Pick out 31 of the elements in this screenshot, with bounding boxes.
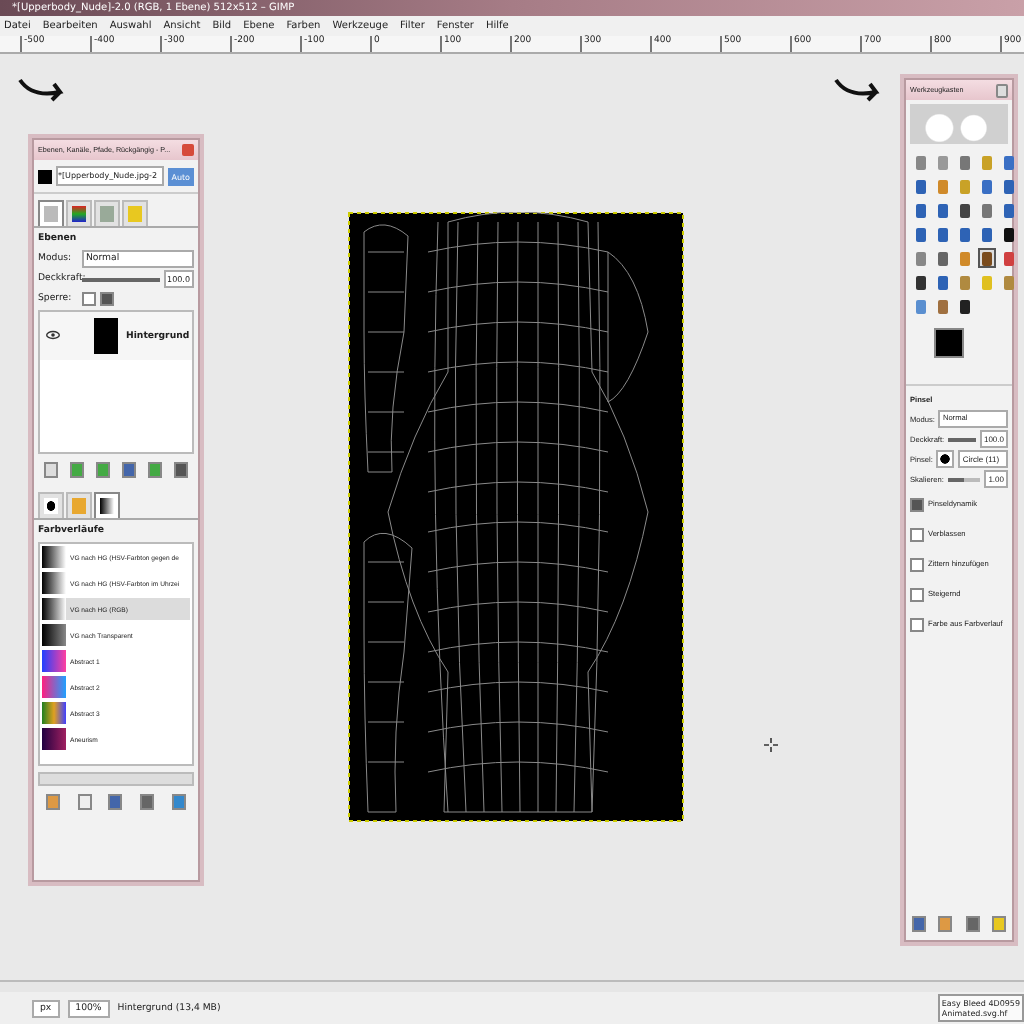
image-thumbnail bbox=[38, 169, 52, 183]
dock-tab[interactable] bbox=[94, 492, 120, 518]
option-checkbox[interactable] bbox=[910, 587, 924, 601]
horizontal-scrollbar[interactable] bbox=[0, 980, 1024, 992]
gradient-swatch bbox=[42, 546, 66, 568]
brush-preview[interactable] bbox=[936, 450, 955, 468]
tool-icon[interactable] bbox=[956, 200, 974, 220]
horizontal-scrollbar[interactable] bbox=[38, 772, 194, 786]
option-checkbox[interactable] bbox=[910, 557, 924, 571]
option-checkbox[interactable] bbox=[910, 497, 924, 511]
gradient-swatch bbox=[42, 598, 66, 620]
gradient-swatch bbox=[42, 650, 66, 672]
gradient-swatch bbox=[42, 728, 66, 750]
dock-tab[interactable] bbox=[66, 200, 92, 226]
lock-checkbox[interactable] bbox=[100, 292, 114, 306]
tool-icon[interactable] bbox=[912, 272, 930, 292]
tool-icon[interactable] bbox=[1000, 224, 1018, 244]
gradient-swatch bbox=[42, 702, 66, 724]
eye-icon[interactable] bbox=[46, 330, 62, 342]
tool-icon[interactable] bbox=[956, 296, 974, 316]
layer-thumbnail bbox=[94, 318, 118, 354]
option-checkbox[interactable] bbox=[910, 527, 924, 541]
lock-checkbox[interactable] bbox=[82, 292, 96, 306]
gradient-swatch bbox=[42, 572, 66, 594]
crosshair-cursor-icon bbox=[764, 738, 778, 752]
close-icon[interactable] bbox=[996, 83, 1008, 97]
dock-tab[interactable] bbox=[38, 492, 64, 518]
option-checkbox[interactable] bbox=[910, 617, 924, 631]
close-icon[interactable] bbox=[182, 144, 194, 156]
gradient-swatch bbox=[42, 676, 66, 698]
gradient-swatch bbox=[42, 624, 66, 646]
